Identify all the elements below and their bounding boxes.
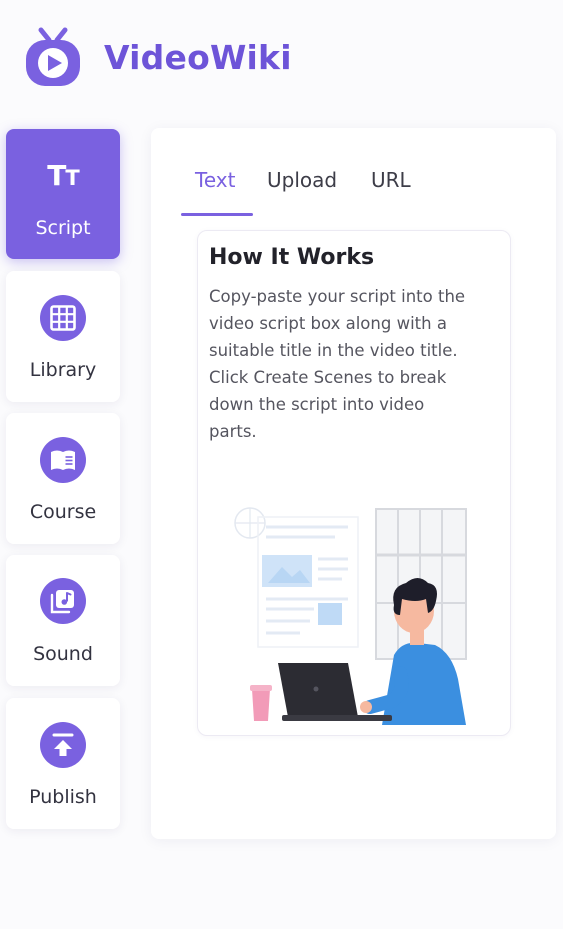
tab-url[interactable]: URL — [371, 168, 411, 192]
tv-play-icon[interactable] — [22, 26, 84, 90]
how-it-works-card: How It Works Copy-paste your script into… — [197, 230, 511, 736]
sidebar-item-publish[interactable]: Publish — [6, 698, 120, 829]
sidebar-item-library[interactable]: Library — [6, 271, 120, 402]
how-it-works-line: Copy-paste your script into the — [209, 287, 466, 306]
sidebar-item-course[interactable]: Course — [6, 413, 120, 544]
how-it-works-line: video script box along with a — [209, 314, 447, 333]
how-it-works-text: Copy-paste your script into the video sc… — [209, 283, 499, 445]
sidebar-item-label: Publish — [29, 786, 97, 808]
app-header: VideoWiki — [0, 0, 563, 120]
app-title: VideoWiki — [104, 38, 292, 77]
sidebar-item-label: Library — [29, 359, 97, 381]
how-it-works-line: parts. — [209, 422, 257, 441]
upload-icon — [40, 722, 86, 768]
book-icon — [40, 437, 86, 483]
sidebar-item-label: Course — [29, 501, 97, 523]
tab-text[interactable]: Text — [195, 168, 235, 192]
how-it-works-title: How It Works — [209, 245, 375, 270]
script-panel: Text Upload URL How It Works Copy-paste … — [151, 128, 556, 839]
grid-icon — [40, 295, 86, 341]
text-size-icon: TT — [47, 159, 79, 192]
sidebar-item-sound[interactable]: Sound — [6, 555, 120, 686]
how-it-works-line: Click Create Scenes to break — [209, 368, 447, 387]
active-tab-indicator — [181, 213, 253, 216]
sidebar-item-script[interactable]: TT Script — [6, 129, 120, 259]
tab-upload[interactable]: Upload — [267, 168, 337, 192]
music-icon — [40, 578, 86, 624]
person-at-laptop-illustration — [234, 507, 467, 725]
how-it-works-line: suitable title in the video title. — [209, 341, 458, 360]
sidebar-item-label: Sound — [33, 643, 93, 665]
sidebar-item-label: Script — [35, 217, 91, 239]
how-it-works-line: down the script into video — [209, 395, 425, 414]
